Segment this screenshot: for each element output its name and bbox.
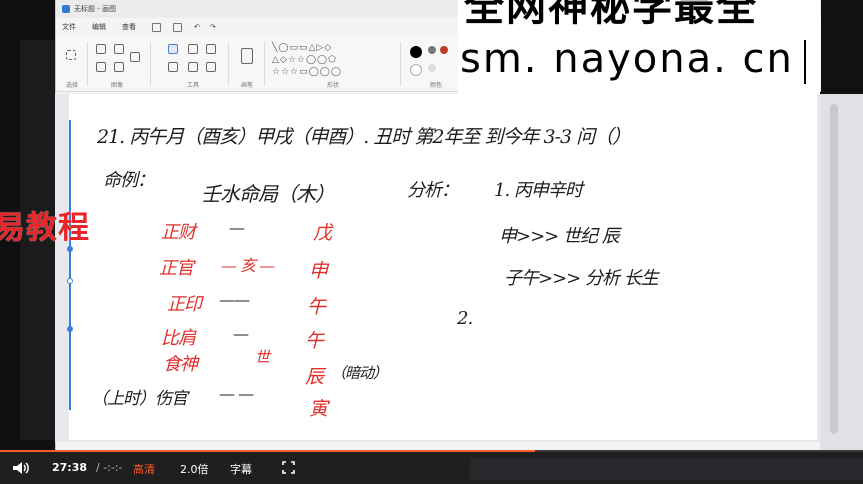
menu-file[interactable]: 文件 [62, 22, 76, 32]
open-icon[interactable] [173, 22, 182, 32]
vertical-scrollbar[interactable] [830, 104, 838, 434]
progress-marker-dot[interactable] [67, 278, 73, 284]
ribbon-group-brushes: 画笔 [232, 40, 262, 90]
ribbon-group-image: 图像 [90, 40, 144, 90]
brush-icon[interactable] [241, 48, 253, 64]
canvas-area: 21. 丙午月（酉亥）甲戌（申酉）. 丑时 第2年至 到今年 3-3 问（） 命… [55, 94, 820, 442]
ribbon-group-tools: 工具 [162, 40, 224, 90]
ribbon-label-image: 图像 [110, 82, 123, 89]
label-fenxi: 分析： [407, 180, 459, 201]
screen: 无标题 - 画图 文件 编辑 查看 ↶ ↷ 选择 图像 工具 画笔 ╲◯▭▭△▷… [0, 0, 863, 484]
row-mid: — — [219, 384, 254, 403]
right-browser-strip [820, 94, 863, 452]
row-right-branch: 戊 [313, 222, 332, 244]
row-left-label: 正财 [161, 222, 196, 243]
taskbar-strip [470, 458, 863, 480]
row-right-branch: 寅 [309, 398, 328, 420]
redo-icon[interactable]: ↷ [210, 23, 216, 31]
flip-icon[interactable] [114, 62, 124, 72]
shape-gallery-row3[interactable]: ☆☆☆▭◯◯◯ [272, 67, 342, 77]
select-icon[interactable] [66, 50, 76, 60]
rotate-icon[interactable] [96, 62, 106, 72]
speed-button[interactable]: 2.0倍 [180, 461, 209, 477]
fill-icon[interactable] [188, 44, 198, 54]
image-options-icon[interactable] [130, 52, 140, 62]
undo-icon[interactable]: ↶ [194, 23, 200, 31]
analysis-1a: 申>>> 世纪 辰 [499, 226, 620, 247]
shape-gallery-row1[interactable]: ╲◯▭▭△▷◇ [272, 43, 332, 53]
watermark-box: 全网神秘学最全 sm. nayona. cn [458, 0, 820, 94]
ribbon-label-tools: 工具 [186, 82, 199, 89]
ribbon-group-select: 选择 [60, 40, 84, 90]
color-picker-icon[interactable] [188, 62, 198, 72]
quality-button[interactable]: 高清 [133, 461, 155, 477]
save-icon[interactable] [152, 22, 161, 32]
analysis-1: 1. 丙申辛时 [494, 180, 583, 201]
ribbon-label-colors: 颜色 [429, 82, 442, 89]
row-left-label: 比肩 [161, 328, 196, 349]
notes-heading: 21. 丙午月（酉亥）甲戌（申酉）. 丑时 第2年至 到今年 3-3 问（） [97, 126, 631, 148]
ribbon-divider [228, 42, 229, 86]
current-time: 27:38 [52, 461, 88, 474]
row-mid: — 亥 — [221, 256, 275, 275]
ribbon-divider [400, 42, 401, 86]
ribbon-label-brushes: 画笔 [240, 82, 253, 89]
watermark-title: 全网神秘学最全 [464, 0, 758, 30]
crop-icon[interactable] [96, 44, 106, 54]
fullscreen-icon[interactable] [282, 461, 295, 474]
label-mingli: 命例： [103, 170, 155, 191]
row-left-label: 食神 [163, 354, 198, 375]
row-left-label: 正官 [159, 258, 194, 279]
text-tool-icon[interactable] [206, 44, 216, 54]
ribbon-label-select: 选择 [65, 82, 78, 89]
pencil-icon[interactable] [168, 44, 178, 54]
color-black-swatch[interactable] [410, 46, 422, 58]
ribbon-group-shapes: ╲◯▭▭△▷◇ △◇☆☆◯◯⬠ ☆☆☆▭◯◯◯ 形状 [268, 40, 398, 90]
progress-marker-dot[interactable] [67, 326, 73, 332]
total-time: / -:-:- [96, 461, 123, 474]
ribbon-group-colors: 颜色 [406, 40, 466, 90]
ribbon-divider [87, 42, 88, 86]
overlay-brand-text: 易教程 [0, 210, 90, 246]
row-mid: — [233, 324, 249, 343]
row-mid: —— [219, 290, 250, 309]
row-mid: 世 [255, 348, 270, 366]
color-light-swatch[interactable] [428, 64, 436, 72]
subtitle-button[interactable]: 字幕 [230, 461, 252, 477]
row-right-branch: 辰 [305, 366, 324, 388]
menu-view[interactable]: 查看 [122, 22, 136, 32]
row-left-label: 正印 [167, 294, 202, 315]
ribbon-label-shapes: 形状 [326, 82, 339, 89]
menu-edit[interactable]: 编辑 [92, 22, 106, 32]
resize-icon[interactable] [114, 44, 124, 54]
watermark-url: sm. nayona. cn [460, 36, 794, 82]
ribbon-divider [264, 42, 265, 86]
chart-title: 壬水命局（木） [201, 182, 335, 206]
window-title: 无标题 - 画图 [74, 5, 116, 13]
color-red-swatch[interactable] [440, 46, 448, 54]
row-mid: — [229, 218, 245, 237]
eraser-icon[interactable] [168, 62, 178, 72]
analysis-1b: 子午>>> 分析 长生 [504, 268, 659, 289]
volume-icon[interactable] [12, 461, 30, 475]
text-cursor [804, 40, 806, 84]
analysis-2: 2. [457, 308, 473, 329]
row-right-branch: 申 [309, 260, 328, 282]
color-gray-swatch[interactable] [428, 46, 436, 54]
page-progress-line [69, 120, 71, 410]
paint-app-icon [62, 5, 70, 13]
row-right-branch: 午 [307, 296, 326, 318]
ribbon-divider [150, 42, 151, 86]
drawing-canvas[interactable]: 21. 丙午月（酉亥）甲戌（申酉）. 丑时 第2年至 到今年 3-3 问（） 命… [69, 94, 817, 440]
row-left-label: （上时）伤官 [91, 389, 188, 409]
shape-gallery-row2[interactable]: △◇☆☆◯◯⬠ [272, 55, 337, 65]
row-right-branch: 午 [305, 330, 324, 352]
magnifier-icon[interactable] [206, 62, 216, 72]
color-white-swatch[interactable] [410, 64, 422, 76]
side-note: （暗动） [331, 364, 388, 382]
